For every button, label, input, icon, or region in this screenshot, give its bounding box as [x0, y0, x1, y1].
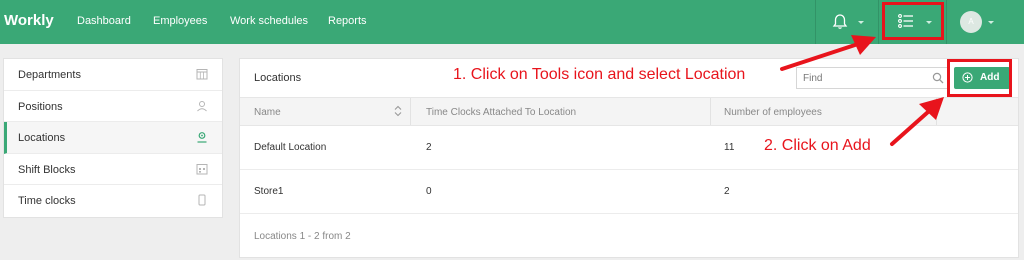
annotation-arrows: [780, 35, 944, 146]
arrow-to-tools: [780, 42, 860, 71]
arrow-to-add: [890, 110, 930, 146]
